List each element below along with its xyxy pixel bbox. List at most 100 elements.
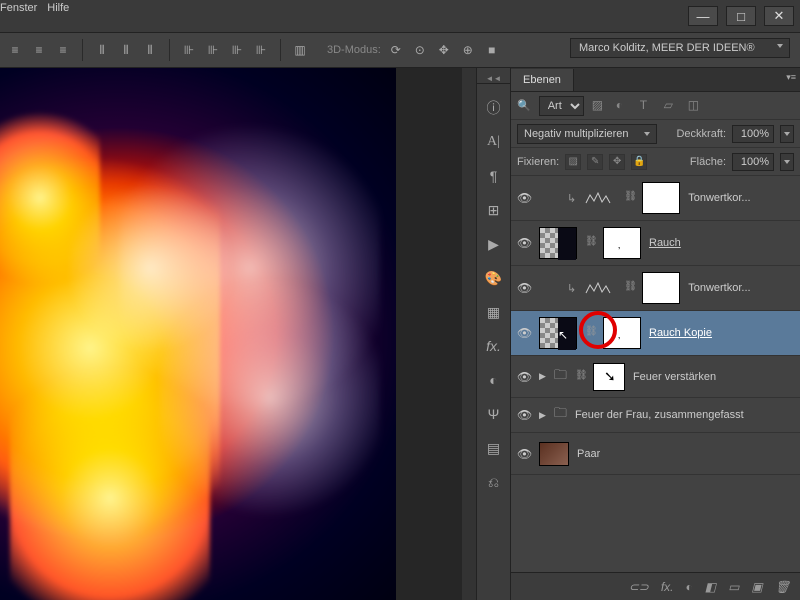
- close-button[interactable]: ✕: [764, 6, 794, 26]
- disclosure-icon[interactable]: ▶: [539, 410, 546, 421]
- layer-list[interactable]: 👁 ↳ ⛓ Tonwertkor... 👁 ⛓ ‚ Rauch 👁 ↳: [511, 176, 800, 572]
- filter-adjust-icon[interactable]: ◐: [616, 98, 632, 114]
- auto-align-icon[interactable]: ▥: [291, 41, 309, 59]
- link-icon[interactable]: ⛓: [585, 326, 595, 340]
- brush-panel-icon[interactable]: ▤: [484, 438, 504, 458]
- link-layers^[interactable]: ⊂⊃: [629, 580, 649, 594]
- color-panel-icon[interactable]: 🎨: [484, 268, 504, 288]
- panel-menu-icon[interactable]: ▾≡: [786, 72, 796, 83]
- mask-thumbnail[interactable]: [642, 272, 680, 304]
- layer-name[interactable]: Rauch Kopie: [649, 327, 712, 339]
- filter-smart-icon[interactable]: ◫: [688, 98, 704, 114]
- document-canvas[interactable]: [0, 68, 396, 600]
- mask-thumbnail[interactable]: ‚: [603, 317, 641, 349]
- mask-thumbnail[interactable]: ➘: [593, 363, 625, 391]
- filter-kind-select[interactable]: Art: [539, 96, 584, 116]
- canvas-scrollbar[interactable]: [462, 68, 476, 600]
- layer-name[interactable]: Feuer verstärken: [633, 371, 716, 383]
- slide-icon[interactable]: ⊕: [459, 41, 477, 59]
- layer-row-selected[interactable]: 👁 ↖ ⛓ ‚ Rauch Kopie: [511, 311, 800, 356]
- space-v-icon[interactable]: ⊪: [204, 41, 222, 59]
- layer-fx-icon[interactable]: fx.: [661, 580, 674, 594]
- disclosure-icon[interactable]: ▶: [539, 371, 546, 382]
- layer-row[interactable]: 👁 ↳ ⛓ Tonwertkor...: [511, 266, 800, 311]
- lock-position-icon[interactable]: ✥: [609, 154, 625, 170]
- space-icon[interactable]: ⊪: [228, 41, 246, 59]
- visibility-icon[interactable]: 👁: [517, 447, 531, 461]
- visibility-icon[interactable]: 👁: [517, 281, 531, 295]
- blend-mode-select[interactable]: Negativ multiplizieren: [517, 124, 657, 144]
- lock-transparency-icon[interactable]: ▨: [565, 154, 581, 170]
- styles-panel-icon[interactable]: fx.: [484, 336, 504, 356]
- maximize-button[interactable]: □: [726, 6, 756, 26]
- distribute-h-icon[interactable]: ⫴: [93, 41, 111, 59]
- paragraph-panel-icon[interactable]: ¶: [484, 166, 504, 186]
- filter-pixel-icon[interactable]: ▨: [592, 98, 608, 114]
- camera-icon[interactable]: ■: [483, 41, 501, 59]
- fill-dropdown-icon[interactable]: [780, 153, 794, 171]
- layer-mask-icon[interactable]: ◐: [685, 580, 692, 594]
- workspace-dropdown[interactable]: Marco Kolditz, MEER DER IDEEN®: [570, 38, 790, 58]
- opacity-field[interactable]: 100%: [732, 125, 774, 143]
- align-vmid-icon[interactable]: ≡: [30, 41, 48, 59]
- layer-thumbnail[interactable]: [539, 442, 569, 466]
- layer-name[interactable]: Feuer der Frau, zusammengefasst: [575, 409, 744, 421]
- expand-panels-icon[interactable]: ◄◄: [477, 74, 510, 84]
- visibility-icon[interactable]: 👁: [517, 236, 531, 250]
- adjustment-layer-icon[interactable]: ◧: [705, 580, 716, 594]
- distribute-hc-icon[interactable]: ⫴: [117, 41, 135, 59]
- swatches-panel-icon[interactable]: ▦: [484, 302, 504, 322]
- filter-shape-icon[interactable]: ▱: [664, 98, 680, 114]
- minimize-button[interactable]: —: [688, 6, 718, 26]
- lock-paint-icon[interactable]: ✎: [587, 154, 603, 170]
- visibility-icon[interactable]: 👁: [517, 326, 531, 340]
- adjustments-panel-icon[interactable]: ◐: [484, 370, 504, 390]
- link-icon[interactable]: ⛓: [624, 281, 634, 295]
- layer-row[interactable]: 👁 ↳ ⛓ Tonwertkor...: [511, 176, 800, 221]
- layer-group-row[interactable]: 👁 ▶ 🗀 ⛓ ➘ Feuer verstärken: [511, 356, 800, 398]
- visibility-icon[interactable]: 👁: [517, 370, 531, 384]
- navigator-panel-icon[interactable]: ⊞: [484, 200, 504, 220]
- layers-tab[interactable]: Ebenen: [511, 69, 574, 91]
- fill-field[interactable]: 100%: [732, 153, 774, 171]
- delete-layer-icon[interactable]: 🗑: [775, 580, 790, 594]
- link-icon[interactable]: ⛓: [624, 191, 634, 205]
- visibility-icon[interactable]: 👁: [517, 408, 531, 422]
- filter-type-icon[interactable]: T: [640, 98, 656, 114]
- space-h-icon[interactable]: ⊪: [180, 41, 198, 59]
- opacity-dropdown-icon[interactable]: [780, 125, 794, 143]
- menu-fenster[interactable]: Fenster: [0, 0, 47, 16]
- lock-all-icon[interactable]: 🔒: [631, 154, 647, 170]
- align-top-icon[interactable]: ≡: [6, 41, 24, 59]
- menu-hilfe[interactable]: Hilfe: [47, 0, 79, 16]
- mask-thumbnail[interactable]: [642, 182, 680, 214]
- character-panel-icon[interactable]: A|: [484, 132, 504, 152]
- layer-row[interactable]: 👁 Paar: [511, 433, 800, 475]
- layer-group-row[interactable]: 👁 ▶ 🗀 Feuer der Frau, zusammengefasst: [511, 398, 800, 433]
- new-group-icon[interactable]: ▭: [728, 580, 739, 594]
- layer-name[interactable]: Rauch: [649, 237, 681, 249]
- layer-thumbnail[interactable]: ↖: [539, 317, 577, 349]
- layer-row[interactable]: 👁 ⛓ ‚ Rauch: [511, 221, 800, 266]
- layer-thumbnail[interactable]: [539, 227, 577, 259]
- layer-name[interactable]: Paar: [577, 448, 600, 460]
- layer-name[interactable]: Tonwertkor...: [688, 282, 750, 294]
- roll-icon[interactable]: ⊙: [411, 41, 429, 59]
- space-icon2[interactable]: ⊪: [252, 41, 270, 59]
- usb-panel-icon[interactable]: Ψ: [484, 404, 504, 424]
- actions-panel-icon[interactable]: ▶: [484, 234, 504, 254]
- distribute-v-icon[interactable]: ⫴: [141, 41, 159, 59]
- lock-label: Fixieren:: [517, 156, 559, 168]
- orbit-icon[interactable]: ⟳: [387, 41, 405, 59]
- visibility-icon[interactable]: 👁: [517, 191, 531, 205]
- mask-thumbnail[interactable]: ‚: [603, 227, 641, 259]
- pan-icon[interactable]: ✥: [435, 41, 453, 59]
- link-icon[interactable]: ⛓: [575, 370, 585, 384]
- align-bottom-icon[interactable]: ≡: [54, 41, 72, 59]
- info-panel-icon[interactable]: ⓘ: [484, 98, 504, 118]
- canvas-area[interactable]: [0, 68, 462, 600]
- new-layer-icon[interactable]: ▣: [751, 580, 762, 594]
- history-panel-icon[interactable]: ⎌: [484, 472, 504, 492]
- link-icon[interactable]: ⛓: [585, 236, 595, 250]
- layer-name[interactable]: Tonwertkor...: [688, 192, 750, 204]
